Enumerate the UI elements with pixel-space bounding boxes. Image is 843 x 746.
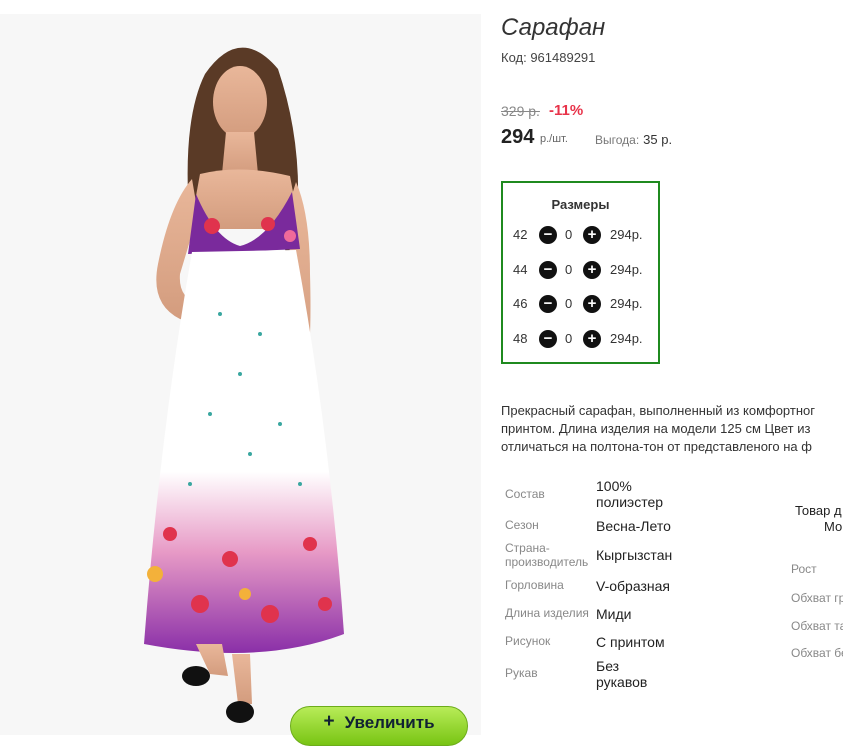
product-image bbox=[144, 47, 344, 723]
zoom-button-label: Увеличить bbox=[344, 713, 435, 732]
size-chart-label: Обхват та bbox=[791, 619, 843, 633]
size-price: 294р. bbox=[610, 331, 643, 346]
description-line: принтом. Длина изделия на модели 125 см … bbox=[501, 421, 811, 436]
size-row: 46 − 0 + 294р. bbox=[513, 294, 653, 314]
spec-label: Рукав bbox=[505, 666, 538, 680]
current-price: 294 bbox=[501, 126, 535, 148]
product-description: Прекрасный сарафан, выполненный из комфо… bbox=[501, 402, 843, 456]
description-line: отличаться на полтона-тон от представлен… bbox=[501, 439, 812, 454]
size-chart-label: Обхват гр bbox=[791, 591, 843, 605]
minus-icon[interactable]: − bbox=[539, 295, 557, 313]
spec-value: Весна-Лето bbox=[596, 518, 671, 534]
spec-label: Длина изделия bbox=[505, 606, 589, 620]
plus-icon[interactable]: + bbox=[583, 295, 601, 313]
price-unit: р./шт. bbox=[540, 133, 568, 145]
description-line: Прекрасный сарафан, выполненный из комфо… bbox=[501, 403, 815, 418]
size-row: 44 − 0 + 294р. bbox=[513, 260, 653, 280]
size-quantity: 0 bbox=[565, 296, 573, 311]
size-row: 48 − 0 + 294р. bbox=[513, 329, 653, 349]
size-chart-label: Рост bbox=[791, 562, 817, 576]
spec-label: Рисунок bbox=[505, 634, 551, 648]
old-price: 329 р. bbox=[501, 103, 540, 119]
product-code: Код: 961489291 bbox=[501, 50, 596, 65]
spec-value: 100% полиэстер bbox=[596, 478, 664, 510]
size-chart-heading: Товар д bbox=[795, 503, 842, 518]
zoom-button[interactable]: + Увеличить bbox=[290, 706, 468, 746]
size-number: 44 bbox=[513, 262, 528, 277]
size-quantity: 0 bbox=[565, 227, 573, 242]
spec-value: V-образная bbox=[596, 578, 670, 594]
spec-label: Состав bbox=[505, 487, 545, 501]
size-price: 294р. bbox=[610, 296, 643, 311]
size-quantity: 0 bbox=[565, 331, 573, 346]
size-number: 48 bbox=[513, 331, 528, 346]
plus-icon[interactable]: + bbox=[583, 226, 601, 244]
spec-value: Миди bbox=[596, 606, 632, 622]
sizes-panel: Размеры 42 − 0 + 294р. 44 − 0 + 294р. 46… bbox=[501, 181, 660, 364]
product-title: Сарафан bbox=[501, 14, 606, 41]
size-row: 42 − 0 + 294р. bbox=[513, 225, 653, 245]
spec-value: Без рукавов bbox=[596, 658, 648, 690]
size-number: 46 bbox=[513, 296, 528, 311]
minus-icon[interactable]: − bbox=[539, 330, 557, 348]
plus-icon[interactable]: + bbox=[583, 261, 601, 279]
benefit: Выгода: 35 р. bbox=[595, 132, 672, 147]
spec-label: Страна-производитель bbox=[505, 541, 589, 569]
size-price: 294р. bbox=[610, 262, 643, 277]
size-price: 294р. bbox=[610, 227, 643, 242]
size-chart-label: Обхват бе bbox=[791, 646, 843, 660]
minus-icon[interactable]: − bbox=[539, 261, 557, 279]
sizes-title: Размеры bbox=[551, 197, 610, 212]
discount-badge: -11% bbox=[549, 102, 584, 119]
plus-icon: + bbox=[323, 711, 335, 732]
benefit-value: 35 р. bbox=[643, 132, 673, 147]
size-quantity: 0 bbox=[565, 262, 573, 277]
spec-value: Кыргызстан bbox=[596, 547, 673, 563]
size-chart-subheading: Мо bbox=[824, 519, 843, 534]
benefit-label: Выгода: bbox=[595, 133, 640, 147]
product-photo[interactable] bbox=[0, 14, 481, 735]
spec-value: С принтом bbox=[596, 634, 665, 650]
spec-label: Горловина bbox=[505, 578, 564, 592]
size-number: 42 bbox=[513, 227, 528, 242]
spec-label: Сезон bbox=[505, 518, 539, 532]
plus-icon[interactable]: + bbox=[583, 330, 601, 348]
minus-icon[interactable]: − bbox=[539, 226, 557, 244]
